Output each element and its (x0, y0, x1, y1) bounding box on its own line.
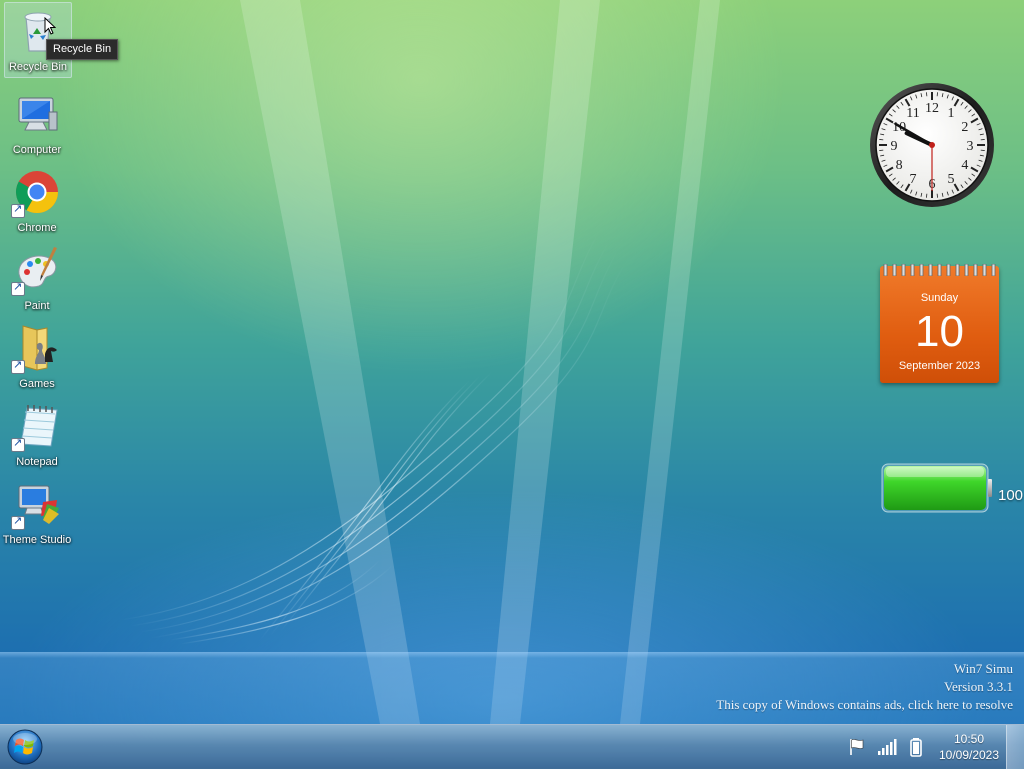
network-signal-icon[interactable] (877, 737, 897, 757)
clock-numeral: 1 (948, 106, 955, 121)
activation-watermark[interactable]: Win7 Simu Version 3.3.1 This copy of Win… (716, 660, 1013, 714)
calendar-gadget[interactable]: Sunday 10 September 2023 (880, 266, 999, 383)
desktop-icon-computer[interactable]: Computer (4, 86, 70, 160)
watermark-ads-link[interactable]: This copy of Windows contains ads, click… (716, 696, 1013, 714)
desktop-icon-paint[interactable]: Paint (4, 242, 70, 316)
desktop-icon-label: Theme Studio (3, 534, 71, 546)
action-center-flag-icon[interactable] (847, 737, 867, 757)
clock-numeral: 2 (961, 120, 968, 135)
desktop-icon-games[interactable]: Games (4, 320, 70, 394)
clock-numeral: 5 (948, 172, 955, 187)
calendar-binder-rings (882, 264, 997, 276)
taskbar: 10:50 10/09/2023 (0, 724, 1024, 769)
calendar-day-name: Sunday (880, 292, 999, 304)
battery-gadget[interactable] (880, 461, 992, 515)
start-button[interactable] (6, 728, 44, 766)
clock-numeral: 7 (910, 172, 917, 187)
clock-gadget[interactable]: 121234567891011 (869, 82, 995, 208)
taskbar-clock-time[interactable]: 10:50 (929, 732, 1009, 746)
clock-numeral: 9 (891, 139, 898, 154)
watermark-product: Win7 Simu (716, 660, 1013, 678)
shortcut-arrow-icon (11, 204, 25, 218)
shortcut-arrow-icon (11, 516, 25, 530)
recycle-bin-tooltip: Recycle Bin (46, 39, 118, 60)
battery-percent-label: 100 (998, 487, 1023, 504)
paint-palette-icon (13, 246, 61, 294)
clock-numeral: 3 (967, 139, 974, 154)
taskbar-clock-date[interactable]: 10/09/2023 (929, 748, 1009, 762)
shortcut-arrow-icon (11, 360, 25, 374)
computer-icon (13, 90, 61, 138)
desktop-icon-label: Chrome (17, 222, 56, 234)
desktop-icon-notepad[interactable]: Notepad (4, 398, 70, 472)
desktop-icon-label: Recycle Bin (9, 61, 67, 73)
clock-numeral: 11 (906, 106, 919, 121)
watermark-version: Version 3.3.1 (716, 678, 1013, 696)
shortcut-arrow-icon (11, 438, 25, 452)
desktop-icon-theme-studio[interactable]: Theme Studio (4, 476, 70, 550)
clock-numeral: 12 (925, 101, 939, 116)
chrome-icon (13, 168, 61, 216)
clock-numeral: 8 (896, 158, 903, 173)
clock-numeral: 4 (961, 158, 968, 173)
games-folder-icon (13, 324, 61, 372)
calendar-month-year: September 2023 (880, 360, 999, 372)
battery-icon[interactable] (907, 737, 927, 757)
mouse-cursor-icon (44, 17, 56, 35)
notepad-icon (13, 402, 61, 450)
desktop-icon-chrome[interactable]: Chrome (4, 164, 70, 238)
shortcut-arrow-icon (11, 282, 25, 296)
desktop-icon-label: Games (19, 378, 54, 390)
desktop-icon-label: Paint (24, 300, 49, 312)
desktop-icon-label: Computer (13, 144, 61, 156)
theme-studio-icon (13, 480, 61, 528)
show-desktop-button[interactable] (1006, 725, 1024, 769)
desktop-icon-label: Notepad (16, 456, 58, 468)
calendar-date-number: 10 (880, 308, 999, 356)
